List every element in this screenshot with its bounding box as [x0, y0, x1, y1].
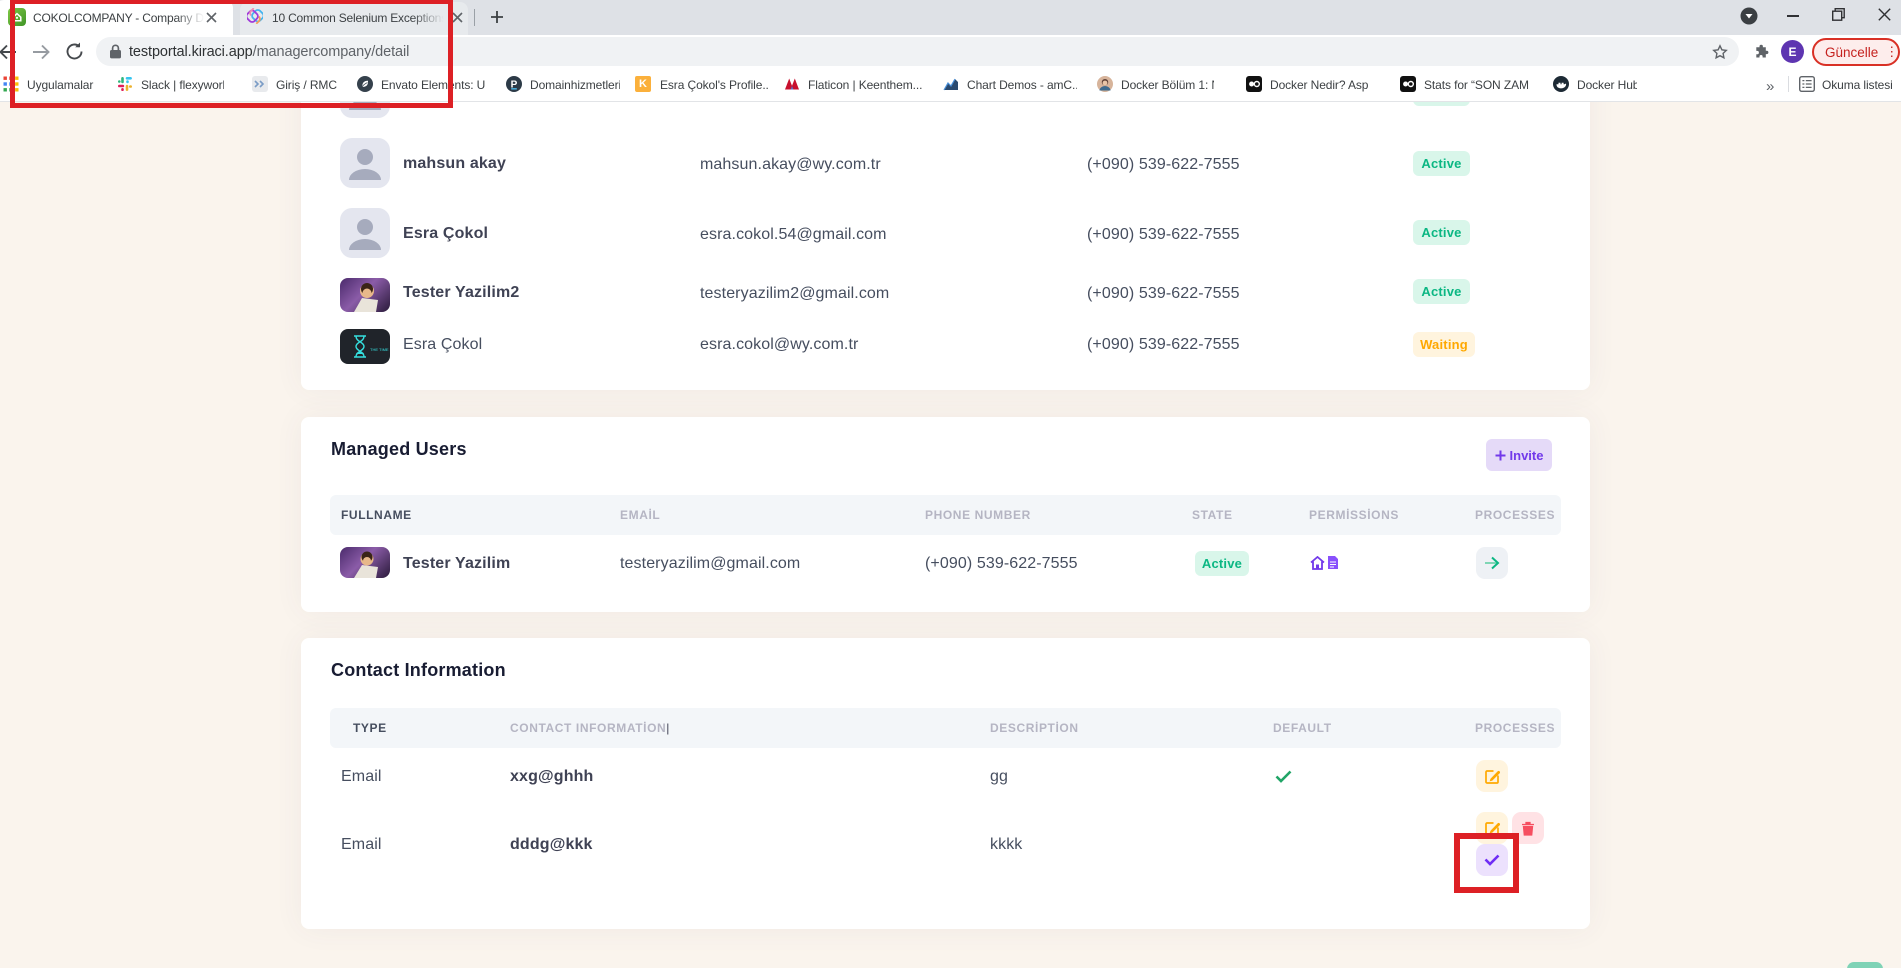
- svg-text:THE TIME: THE TIME: [370, 347, 389, 352]
